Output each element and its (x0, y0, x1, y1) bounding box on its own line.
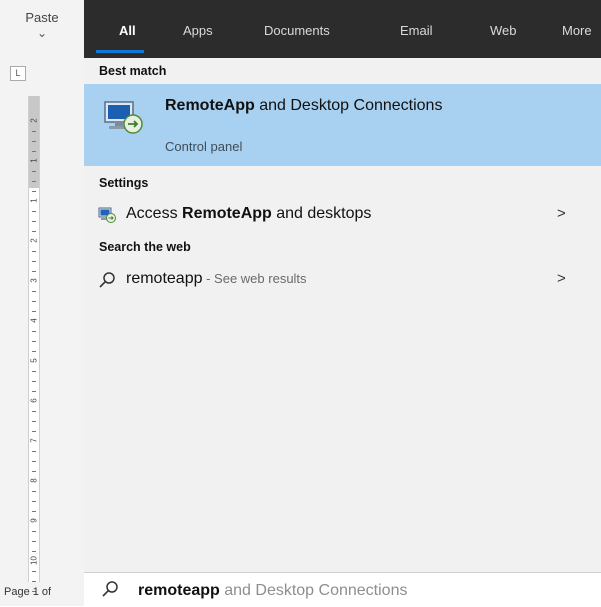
remote-desktop-icon (104, 101, 143, 134)
ruler-tick (32, 391, 36, 392)
ruler-number: 3 (29, 278, 39, 283)
ruler-tick (32, 371, 36, 372)
best-match-heading: Best match (99, 64, 167, 78)
paste-button[interactable]: Paste ⌄ (0, 0, 84, 52)
ruler-tick (32, 461, 36, 462)
search-icon (102, 581, 118, 597)
search-panel: All Apps Documents Email Web More Best m… (84, 0, 601, 606)
ruler-margin-shade (29, 96, 39, 188)
ruler-tick (32, 311, 36, 312)
vertical-ruler: 2 1 1 2 3 4 5 6 7 8 9 10 (28, 96, 40, 592)
tab-all[interactable]: All (119, 23, 136, 38)
ruler-tick (32, 451, 36, 452)
remoteapp-settings-icon (98, 207, 116, 223)
settings-heading: Settings (99, 176, 149, 190)
page-status: Page 1 of (4, 586, 52, 598)
web-result[interactable]: remoteapp - See web results > (84, 263, 601, 297)
settings-result[interactable]: Access RemoteApp and desktops > (84, 198, 601, 232)
search-typed-text: remoteapp (138, 582, 220, 599)
best-match-title-bold: RemoteApp (165, 97, 255, 114)
tab-documents[interactable]: Documents (264, 23, 330, 38)
ruler-tick (32, 301, 36, 302)
tab-stop-selector[interactable]: L (10, 66, 26, 81)
active-tab-indicator (96, 50, 144, 53)
ruler-tick (32, 411, 36, 412)
ruler-tick (32, 331, 36, 332)
ruler-tick (32, 341, 36, 342)
settings-result-label: Access RemoteApp and desktops (126, 205, 371, 223)
settings-label-bold: RemoteApp (182, 205, 272, 222)
ruler-tick (32, 531, 36, 532)
search-box[interactable]: remoteapp and Desktop Connections (84, 572, 601, 607)
ruler-number: 1 (29, 158, 39, 163)
ruler-tick (32, 351, 36, 352)
ruler-tick (32, 381, 36, 382)
best-match-subtitle: Control panel (165, 139, 243, 154)
web-query: remoteapp (126, 270, 203, 287)
ruler-tick (32, 271, 36, 272)
ruler-tick (32, 571, 36, 572)
chevron-right-icon[interactable]: > (557, 205, 566, 222)
ruler-number: 10 (29, 556, 39, 565)
ruler-tick (32, 221, 36, 222)
chevron-right-icon[interactable]: > (557, 270, 566, 287)
ruler-tick (32, 151, 36, 152)
ruler-tick (32, 431, 36, 432)
tab-more[interactable]: More (562, 23, 592, 38)
settings-label-post: and desktops (271, 205, 372, 222)
ruler-tick (32, 471, 36, 472)
ruler-tick (32, 141, 36, 142)
ruler-tick (32, 231, 36, 232)
ruler-tick (32, 501, 36, 502)
ruler-tick (32, 291, 36, 292)
ruler-tick (32, 211, 36, 212)
ruler-tick (32, 181, 36, 182)
ruler-tick (32, 421, 36, 422)
ruler-tick (32, 251, 36, 252)
ruler-tick (32, 491, 36, 492)
search-icon (99, 272, 115, 288)
ruler-tick (32, 551, 36, 552)
word-background: Paste ⌄ L 2 1 1 2 3 4 5 6 7 8 9 10 Page 1 of (0, 0, 85, 606)
ruler-number: 2 (29, 118, 39, 123)
tab-bar: All Apps Documents Email Web More (84, 0, 601, 58)
ruler-number: 9 (29, 518, 39, 523)
settings-label-pre: Access (126, 205, 183, 222)
ruler-tick (32, 131, 36, 132)
ruler-number: 2 (29, 238, 39, 243)
ruler-number: 8 (29, 478, 39, 483)
best-match-result[interactable]: RemoteApp and Desktop Connections Contro… (84, 84, 601, 166)
web-result-label: remoteapp - See web results (126, 270, 307, 288)
paste-label: Paste (25, 10, 59, 25)
ruler-number: 5 (29, 358, 39, 363)
search-web-heading: Search the web (99, 240, 191, 254)
tab-apps[interactable]: Apps (183, 23, 213, 38)
ruler-tick (32, 541, 36, 542)
best-match-title: RemoteApp and Desktop Connections (165, 96, 545, 116)
ruler-tick (32, 511, 36, 512)
search-input[interactable]: remoteapp and Desktop Connections (138, 582, 407, 600)
tab-web[interactable]: Web (490, 23, 517, 38)
ruler-tick (32, 191, 36, 192)
ruler-number: 6 (29, 398, 39, 403)
chevron-down-icon: ⌄ (36, 26, 48, 40)
ruler-tick (32, 261, 36, 262)
tab-email[interactable]: Email (400, 23, 433, 38)
ruler-tick (32, 171, 36, 172)
ruler-number: 7 (29, 438, 39, 443)
web-suffix: - See web results (202, 271, 307, 286)
ruler-tick (32, 581, 36, 582)
best-match-title-rest: and Desktop Connections (254, 97, 443, 114)
ruler-number: 1 (29, 198, 39, 203)
ruler-number: 4 (29, 318, 39, 323)
search-autocomplete: and Desktop Connections (219, 582, 408, 599)
